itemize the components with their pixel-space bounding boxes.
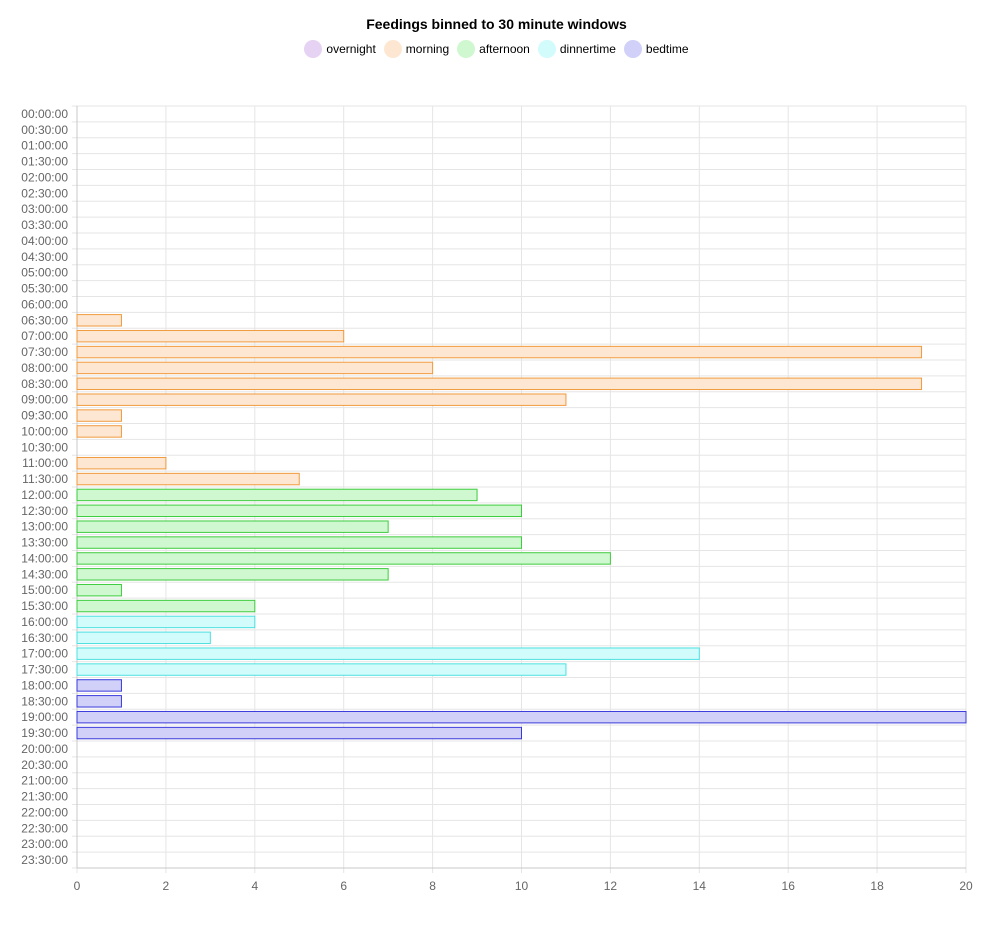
y-tick-label: 17:00:00: [21, 647, 68, 661]
y-tick-label: 06:30:00: [21, 313, 68, 327]
y-tick-label: 11:30:00: [22, 472, 68, 486]
x-tick-label: 2: [163, 879, 170, 893]
y-tick-label: 01:30:00: [21, 155, 68, 169]
bar-14:00:00[interactable]: [76, 552, 611, 565]
bar-16:30:00[interactable]: [76, 631, 211, 645]
bar-17:00:00[interactable]: [76, 647, 700, 660]
y-tick-label: 15:30:00: [21, 599, 68, 613]
bar-16:00:00[interactable]: [76, 615, 256, 629]
y-tick-label: 10:30:00: [21, 440, 68, 454]
y-tick-label: 23:30:00: [21, 853, 68, 867]
y-tick-label: 21:30:00: [21, 790, 68, 804]
y-tick-label: 20:30:00: [21, 758, 68, 772]
bar-09:00:00[interactable]: [76, 393, 567, 406]
y-tick-label: 19:30:00: [21, 726, 68, 740]
y-tick-label: 09:00:00: [21, 393, 68, 407]
x-tick-label: 16: [782, 879, 796, 893]
bar-18:00:00[interactable]: [76, 679, 122, 692]
bar-11:30:00[interactable]: [76, 472, 300, 486]
y-tick-label: 01:00:00: [21, 139, 68, 153]
y-tick-label: 08:00:00: [21, 361, 68, 375]
y-tick-label: 09:30:00: [21, 409, 68, 423]
y-tick-label: 15:00:00: [21, 583, 68, 597]
y-tick-label: 03:30:00: [21, 218, 68, 232]
y-tick-label: 02:30:00: [21, 186, 68, 200]
x-tick-label: 20: [959, 879, 973, 893]
bar-18:30:00[interactable]: [76, 695, 122, 708]
bar-17:30:00[interactable]: [76, 663, 567, 676]
bar-12:00:00[interactable]: [76, 488, 478, 502]
bar-07:00:00[interactable]: [76, 329, 345, 343]
y-tick-label: 10:00:00: [21, 424, 68, 438]
bar-12:30:00[interactable]: [76, 504, 522, 518]
bar-19:00:00[interactable]: [76, 710, 967, 724]
x-tick-label: 4: [251, 879, 258, 893]
y-tick-label: 22:30:00: [21, 821, 68, 835]
chart-container: Feedings binned to 30 minute windows ove…: [0, 0, 993, 929]
bar-09:30:00[interactable]: [76, 409, 122, 422]
y-tick-label: 16:00:00: [21, 615, 68, 629]
y-tick-label: 07:30:00: [21, 345, 68, 359]
y-tick-label: 08:30:00: [21, 377, 68, 391]
x-tick-label: 14: [693, 879, 707, 893]
y-tick-label: 12:30:00: [21, 504, 68, 518]
y-tick-label: 00:30:00: [21, 123, 68, 137]
bar-15:30:00[interactable]: [76, 599, 256, 613]
y-tick-label: 07:00:00: [21, 329, 68, 343]
y-tick-label: 02:00:00: [21, 170, 68, 184]
y-tick-label: 05:30:00: [21, 282, 68, 296]
bar-19:30:00[interactable]: [76, 726, 522, 740]
bar-08:30:00[interactable]: [76, 377, 923, 391]
y-tick-label: 18:00:00: [21, 678, 68, 692]
y-tick-label: 14:30:00: [21, 567, 68, 581]
x-tick-label: 8: [429, 879, 436, 893]
y-tick-label: 17:30:00: [21, 663, 68, 677]
bar-chart: 0 2 4 6 8 10 12 14 16 18 20 00:00:00 00:30:00 01:00:0…: [21, 105, 973, 893]
y-tick-label: 06:00:00: [21, 297, 68, 311]
x-tick-label: 18: [870, 879, 884, 893]
bar-08:00:00[interactable]: [76, 361, 434, 375]
y-tick-label: 21:00:00: [21, 774, 68, 788]
y-tick-label: 13:00:00: [21, 520, 68, 534]
y-tick-label: 03:00:00: [21, 202, 68, 216]
bar-14:30:00[interactable]: [76, 568, 389, 581]
y-tick-label: 13:30:00: [21, 536, 68, 550]
y-tick-label: 19:00:00: [21, 710, 68, 724]
x-tick-label: 0: [74, 879, 81, 893]
y-tick-label: 14:00:00: [21, 551, 68, 565]
y-tick-label: 20:00:00: [21, 742, 68, 756]
bar-11:00:00[interactable]: [76, 456, 167, 470]
y-tick-label: 18:30:00: [21, 694, 68, 708]
y-tick-label: 04:00:00: [21, 234, 68, 248]
y-tick-label: 23:00:00: [21, 837, 68, 851]
bar-06:30:00[interactable]: [76, 314, 122, 327]
y-tick-label: 16:30:00: [21, 631, 68, 645]
x-tick-label: 12: [604, 879, 618, 893]
bar-13:00:00[interactable]: [76, 520, 389, 533]
x-tick-label: 6: [340, 879, 347, 893]
bar-07:30:00[interactable]: [76, 345, 923, 359]
bar-10:00:00[interactable]: [76, 425, 122, 438]
x-tick-label: 10: [515, 879, 529, 893]
bar-15:00:00[interactable]: [76, 583, 122, 597]
y-tick-label: 22:00:00: [21, 805, 68, 819]
y-tick-label: 04:30:00: [21, 250, 68, 264]
y-tick-label: 05:00:00: [21, 266, 68, 280]
y-tick-label: 11:00:00: [22, 456, 68, 470]
y-tick-label: 00:00:00: [21, 107, 68, 121]
bar-13:30:00[interactable]: [76, 536, 522, 549]
y-tick-label: 12:00:00: [21, 488, 68, 502]
